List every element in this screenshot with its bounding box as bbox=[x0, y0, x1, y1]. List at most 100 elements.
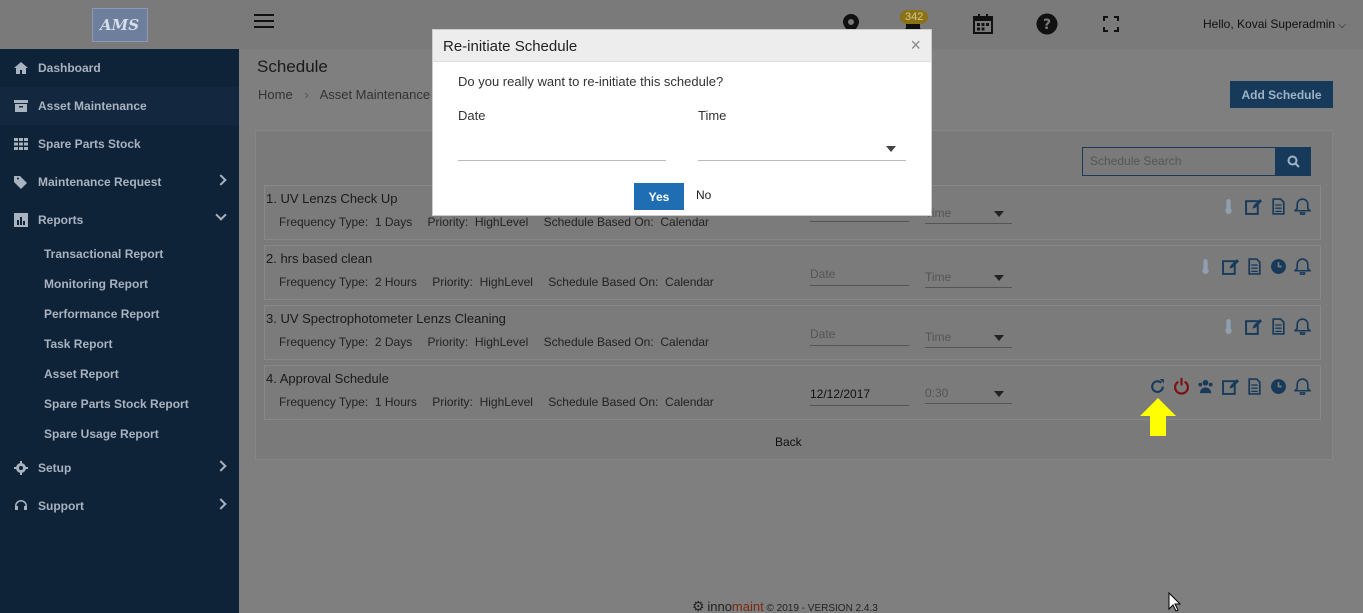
ams-logo[interactable]: AMS bbox=[91, 7, 148, 42]
document-icon[interactable] bbox=[1246, 258, 1263, 275]
archive-icon bbox=[14, 100, 28, 112]
date-input[interactable] bbox=[458, 135, 666, 161]
edit-icon[interactable] bbox=[1245, 318, 1262, 335]
breadcrumb-home[interactable]: Home bbox=[258, 87, 293, 102]
bar-chart-icon bbox=[14, 213, 28, 227]
bell-icon[interactable] bbox=[1294, 258, 1311, 275]
bell-icon[interactable] bbox=[1294, 378, 1311, 395]
breadcrumb-separator: › bbox=[304, 87, 309, 102]
schedule-meta: Frequency Type: 1 Days Priority: HighLev… bbox=[279, 215, 721, 229]
date-field[interactable]: 12/12/2017 bbox=[810, 384, 909, 406]
svg-text:?: ? bbox=[1043, 17, 1051, 33]
thermometer-icon[interactable] bbox=[1220, 198, 1237, 215]
sidebar-item-setup[interactable]: Setup bbox=[0, 449, 239, 487]
sidebar-subitem-performance-report[interactable]: Performance Report bbox=[44, 307, 159, 321]
sidebar-item-label: Setup bbox=[38, 461, 72, 475]
sidebar-subitem-transactional-report[interactable]: Transactional Report bbox=[44, 247, 163, 261]
fullscreen-icon[interactable] bbox=[1098, 11, 1124, 37]
sidebar-item-maintenance-request[interactable]: Maintenance Request bbox=[0, 163, 239, 201]
time-select[interactable]: Time bbox=[925, 204, 1012, 224]
search-button[interactable] bbox=[1275, 147, 1311, 176]
footer: ⚙ innomaint © 2019 - VERSION 2.4.3 bbox=[692, 598, 878, 613]
clock-icon[interactable] bbox=[1270, 258, 1287, 275]
frequency-label: Frequency Type: bbox=[279, 215, 369, 229]
priority-label: Priority: bbox=[427, 215, 469, 229]
edit-icon[interactable] bbox=[1245, 198, 1262, 215]
logo-area: AMS bbox=[0, 0, 239, 49]
calendar-icon[interactable] bbox=[970, 11, 996, 37]
based-on-value: Calendar bbox=[660, 215, 710, 229]
schedule-meta: Frequency Type: 1 Hours Priority: HighLe… bbox=[279, 395, 726, 409]
add-schedule-button[interactable]: Add Schedule bbox=[1230, 81, 1333, 108]
mouse-cursor-icon bbox=[1168, 592, 1182, 612]
thermometer-icon[interactable] bbox=[1197, 258, 1214, 275]
thermometer-icon[interactable] bbox=[1220, 318, 1237, 335]
sidebar-item-label: Reports bbox=[38, 213, 84, 227]
copyright-text: © 2019 - VERSION 2.4.3 bbox=[766, 603, 878, 613]
schedule-row: 3. UV Spectrophotometer Lenzs Cleaning F… bbox=[264, 305, 1321, 360]
bell-icon[interactable] bbox=[1294, 318, 1311, 335]
sidebar-subitem-spare-usage-report[interactable]: Spare Usage Report bbox=[44, 427, 159, 441]
sidebar-subitem-monitoring-report[interactable]: Monitoring Report bbox=[44, 277, 148, 291]
based-on-label: Schedule Based On: bbox=[543, 335, 654, 349]
sidebar-item-dashboard[interactable]: Dashboard bbox=[0, 49, 239, 87]
schedule-search-input[interactable]: Schedule Search bbox=[1082, 147, 1276, 176]
chevron-right-icon bbox=[215, 460, 227, 472]
sidebar-subitem-asset-report[interactable]: Asset Report bbox=[44, 367, 119, 381]
no-button[interactable]: No bbox=[696, 188, 711, 202]
power-icon[interactable] bbox=[1173, 378, 1190, 395]
time-select[interactable]: 0:30 bbox=[925, 384, 1012, 404]
sidebar-item-support[interactable]: Support bbox=[0, 487, 239, 525]
based-on-value: Calendar bbox=[665, 275, 714, 289]
edit-icon[interactable] bbox=[1222, 258, 1239, 275]
user-menu[interactable]: Hello, Kovai Superadmin ⌵ bbox=[1203, 17, 1346, 31]
chevron-right-icon bbox=[215, 498, 227, 510]
bell-icon[interactable] bbox=[1294, 198, 1311, 215]
frequency-value: 2 Hours bbox=[374, 275, 417, 289]
sidebar-item-label: Dashboard bbox=[38, 61, 101, 75]
clock-icon[interactable] bbox=[1270, 378, 1287, 395]
based-on-value: Calendar bbox=[665, 395, 714, 409]
time-select[interactable] bbox=[698, 135, 906, 161]
grid-icon bbox=[14, 138, 28, 150]
date-field[interactable]: Date bbox=[810, 324, 909, 346]
time-select[interactable]: Time bbox=[925, 328, 1012, 348]
sidebar: Dashboard Asset Maintenance Spare Parts … bbox=[0, 49, 239, 613]
hamburger-menu-icon[interactable] bbox=[254, 14, 274, 30]
sidebar-item-label: Maintenance Request bbox=[38, 175, 162, 189]
sidebar-item-reports[interactable]: Reports bbox=[0, 201, 239, 239]
priority-value: HighLevel bbox=[474, 335, 529, 349]
reinitiate-schedule-modal: Re-initiate Schedule × Do you really wan… bbox=[432, 29, 932, 216]
document-icon[interactable] bbox=[1270, 318, 1287, 335]
yes-button[interactable]: Yes bbox=[634, 183, 684, 210]
schedule-title: 1. UV Lenzs Check Up bbox=[266, 191, 398, 206]
date-label: Date bbox=[458, 108, 486, 123]
chevron-down-icon: ⌵ bbox=[1338, 20, 1347, 31]
priority-label: Priority: bbox=[432, 275, 473, 289]
document-icon[interactable] bbox=[1270, 198, 1287, 215]
time-select[interactable]: Time bbox=[925, 268, 1012, 288]
sidebar-item-label: Asset Maintenance bbox=[38, 99, 147, 113]
users-icon[interactable] bbox=[1197, 378, 1214, 395]
document-icon[interactable] bbox=[1246, 378, 1263, 395]
refresh-icon[interactable] bbox=[1149, 378, 1166, 395]
help-icon[interactable]: ? bbox=[1034, 11, 1060, 37]
close-icon[interactable]: × bbox=[910, 36, 921, 54]
sidebar-item-label: Spare Parts Stock bbox=[38, 137, 141, 151]
based-on-label: Schedule Based On: bbox=[548, 275, 659, 289]
sidebar-subitem-spare-parts-stock-report[interactable]: Spare Parts Stock Report bbox=[44, 397, 189, 411]
tag-icon bbox=[14, 176, 27, 189]
search-icon bbox=[1287, 155, 1300, 168]
innomaint-gear-icon: ⚙ bbox=[692, 598, 705, 613]
back-link[interactable]: Back bbox=[775, 435, 802, 449]
sidebar-subitem-task-report[interactable]: Task Report bbox=[44, 337, 112, 351]
frequency-value: 2 Days bbox=[374, 335, 413, 349]
edit-icon[interactable] bbox=[1222, 378, 1239, 395]
modal-question: Do you really want to re-initiate this s… bbox=[458, 74, 724, 89]
sidebar-item-label: Support bbox=[38, 499, 84, 513]
sidebar-item-asset-maintenance[interactable]: Asset Maintenance bbox=[0, 87, 239, 125]
date-field[interactable]: Date bbox=[810, 264, 909, 286]
sidebar-item-spare-parts-stock[interactable]: Spare Parts Stock bbox=[0, 125, 239, 163]
breadcrumb-asset-maintenance[interactable]: Asset Maintenance bbox=[320, 87, 431, 102]
frequency-label: Frequency Type: bbox=[279, 275, 369, 289]
